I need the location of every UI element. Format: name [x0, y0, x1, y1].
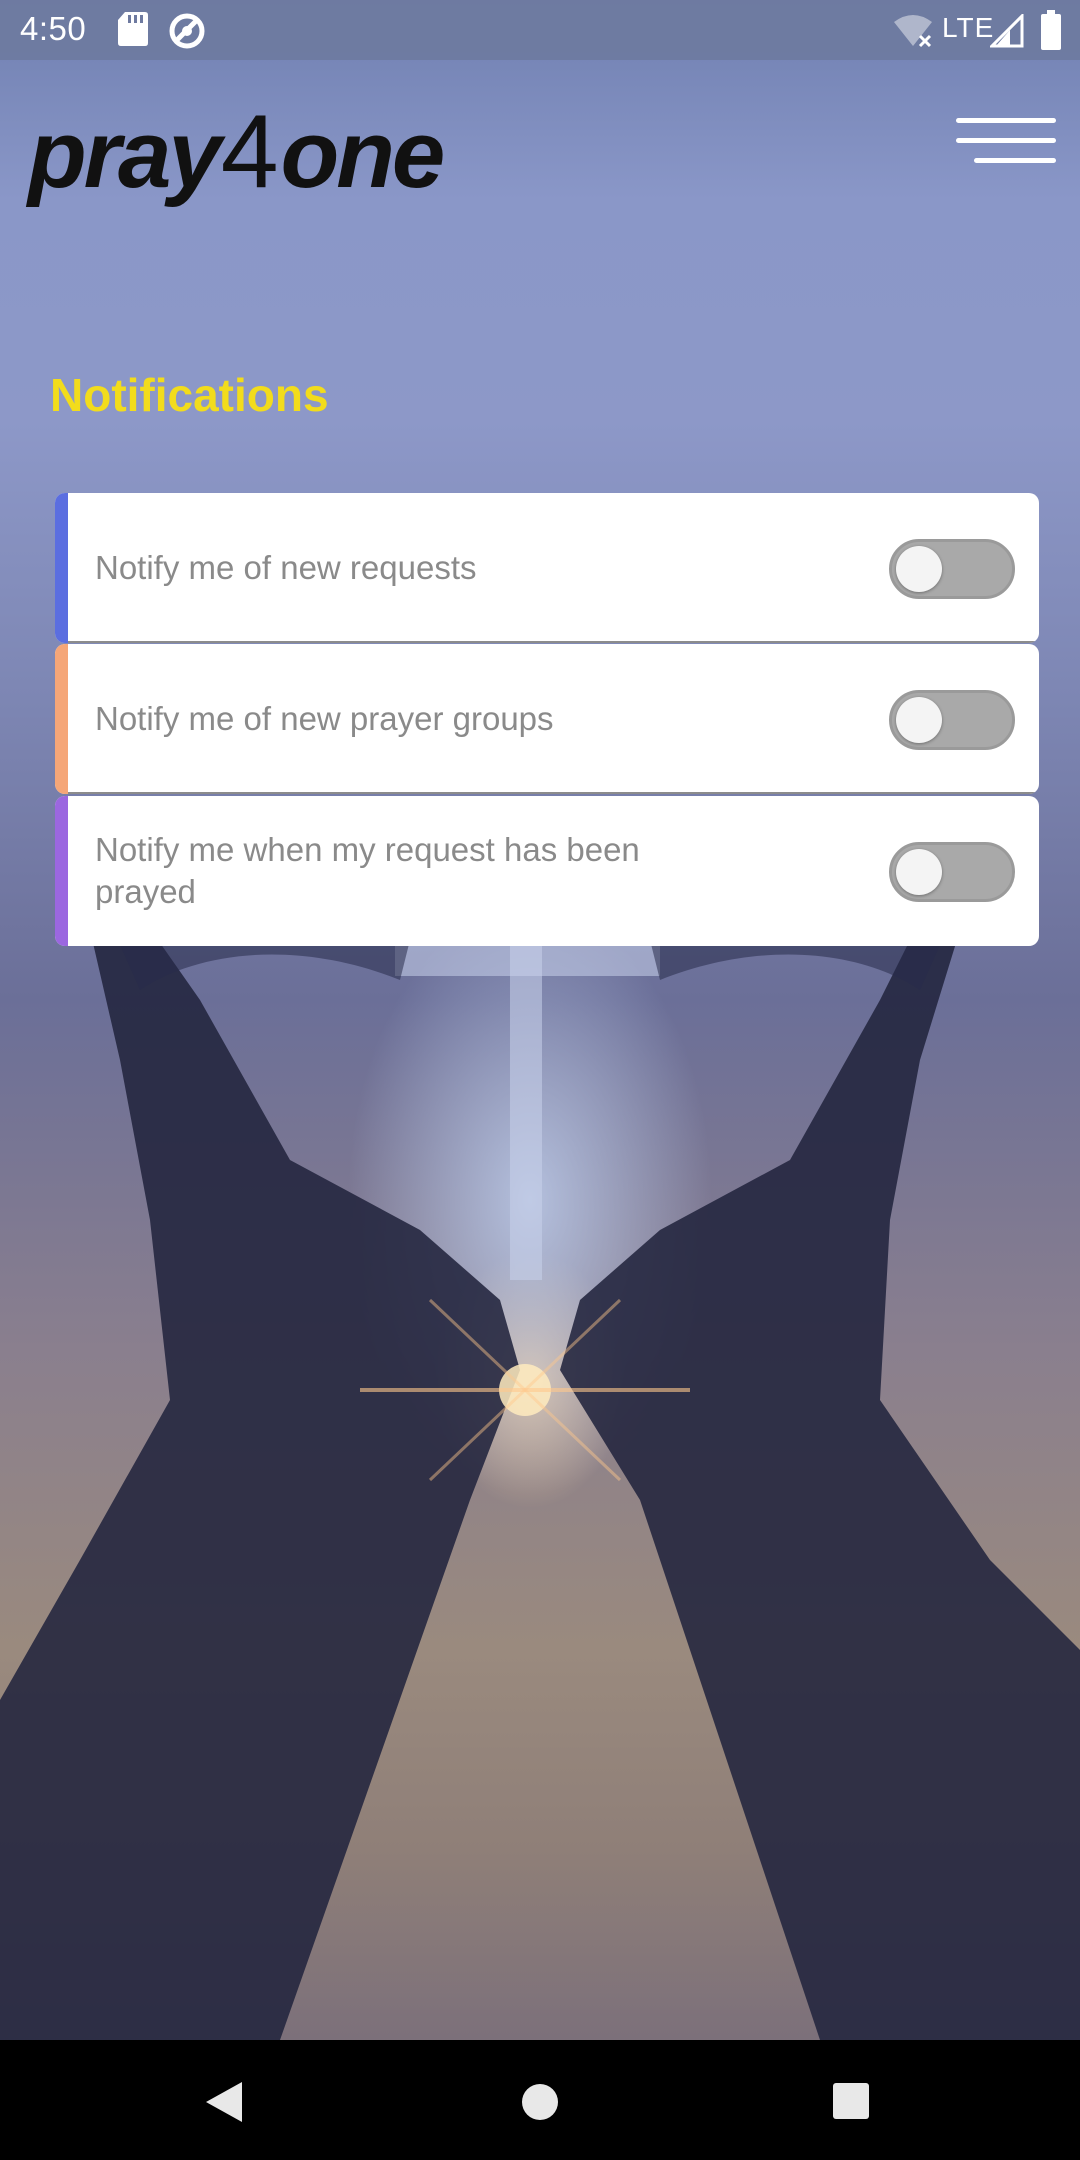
battery-icon — [1041, 10, 1061, 50]
toggle-new-requests[interactable] — [889, 539, 1015, 599]
toggle-new-prayer-groups[interactable] — [889, 690, 1015, 750]
wifi-off-icon — [894, 15, 932, 48]
toggle-request-prayed[interactable] — [889, 842, 1015, 902]
status-time: 4:50 — [20, 10, 87, 47]
praying-hands-illustration — [0, 820, 1080, 2040]
toggle-knob — [896, 849, 942, 895]
logo-text-pray: pray — [28, 101, 222, 208]
setting-card-request-prayed: Notify me when my request has been praye… — [55, 796, 1039, 946]
sd-card-icon — [118, 12, 148, 46]
card-divider — [68, 792, 1039, 794]
home-icon[interactable] — [520, 2082, 560, 2122]
setting-card-new-requests: Notify me of new requests — [55, 493, 1039, 643]
app-screen: 4:50 LTE pray4one Notifications Notify m… — [0, 0, 1080, 2160]
hamburger-menu-button[interactable] — [950, 112, 1060, 176]
back-icon[interactable] — [204, 2080, 244, 2124]
status-bar: 4:50 LTE — [0, 0, 1080, 60]
app-logo: pray4one — [28, 100, 445, 204]
card-accent-bar — [55, 796, 68, 946]
setting-label: Notify me when my request has been praye… — [95, 831, 640, 910]
background-image — [0, 0, 1080, 2040]
recents-icon[interactable] — [832, 2082, 870, 2120]
system-navigation-bar — [0, 2040, 1080, 2160]
card-accent-bar — [55, 644, 68, 794]
page-title: Notifications — [50, 369, 329, 421]
setting-label: Notify me of new requests — [95, 549, 477, 586]
card-divider — [68, 641, 1039, 643]
logo-text-one: one — [280, 101, 446, 208]
card-accent-bar — [55, 493, 68, 643]
toggle-knob — [896, 697, 942, 743]
data-saver-icon — [169, 13, 205, 49]
signal-icon — [990, 14, 1024, 48]
setting-label: Notify me of new prayer groups — [95, 700, 554, 737]
network-type-label: LTE — [942, 12, 995, 43]
setting-card-new-prayer-groups: Notify me of new prayer groups — [55, 644, 1039, 794]
logo-text-four: 4 — [220, 94, 279, 210]
toggle-knob — [896, 546, 942, 592]
